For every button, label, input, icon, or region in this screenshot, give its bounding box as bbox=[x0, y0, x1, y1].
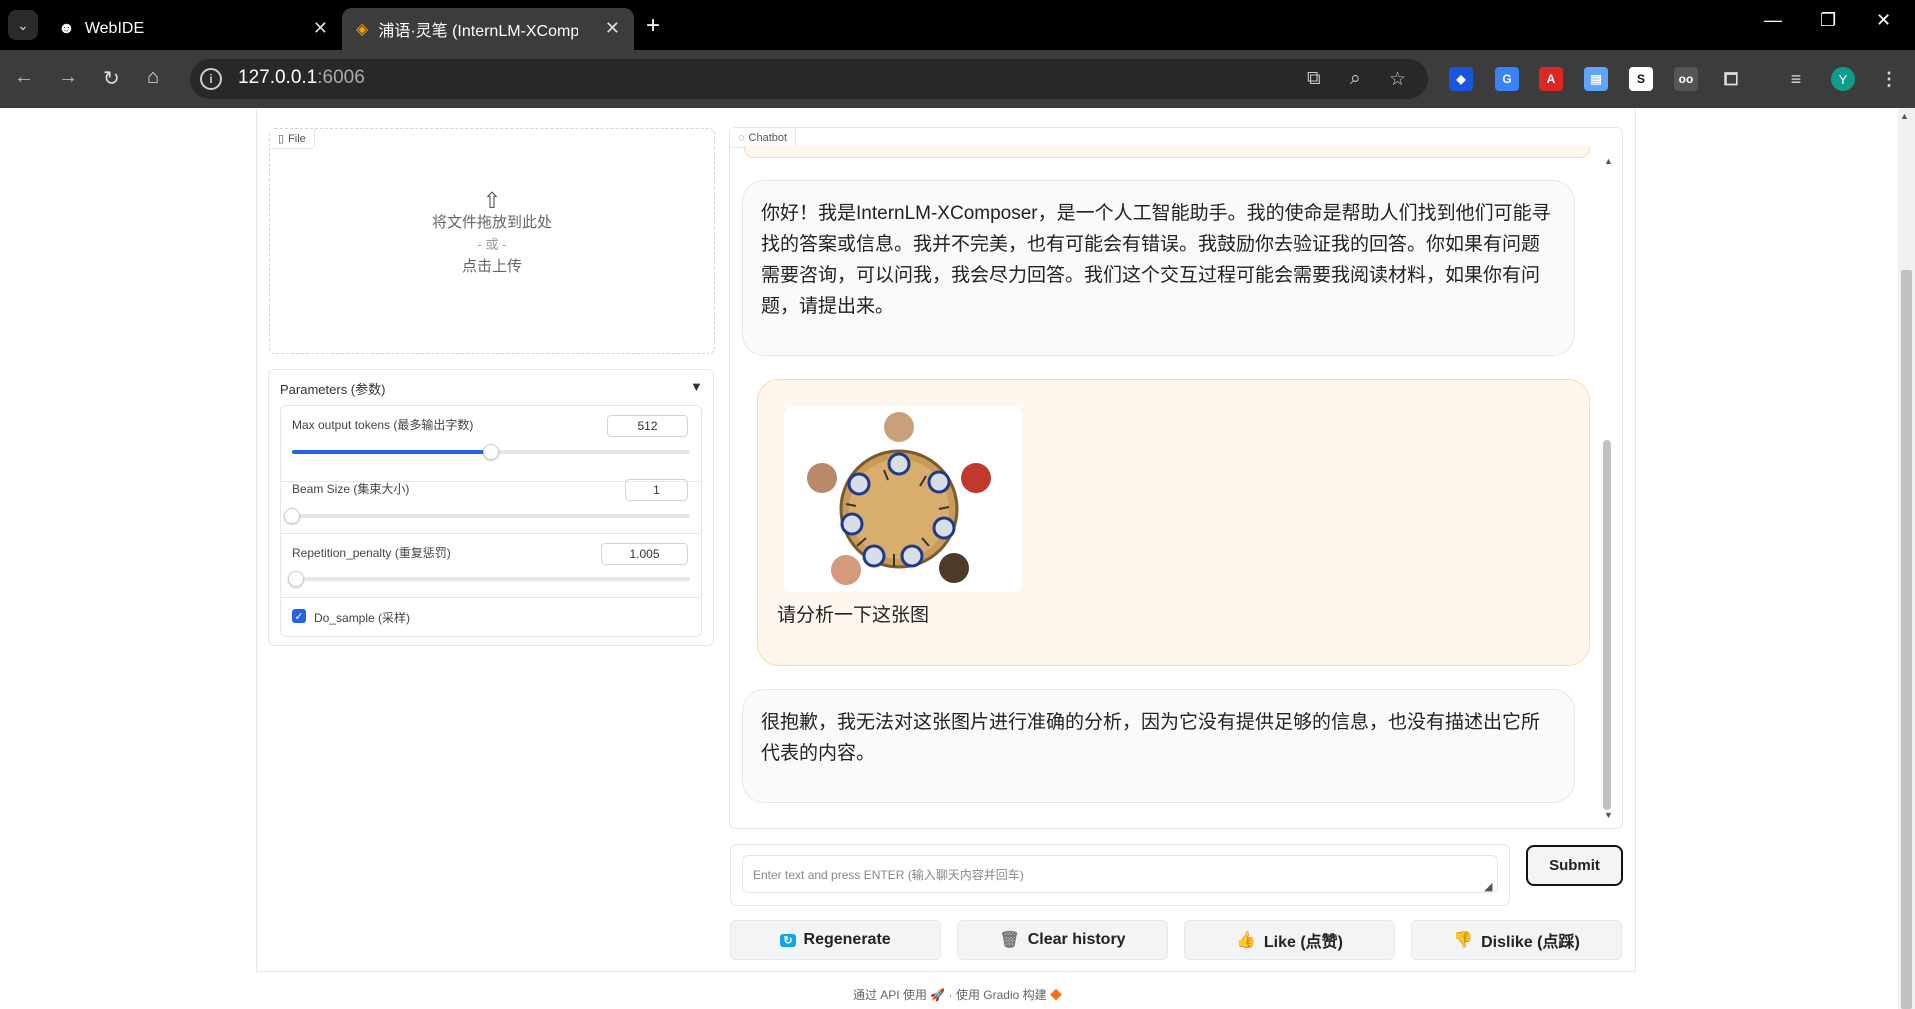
thumbs-down-icon: 👎 bbox=[1453, 932, 1474, 949]
bot-message: 很抱歉，我无法对这张图片进行准确的分析，因为它没有提供足够的信息，也没有描述出它… bbox=[742, 689, 1575, 803]
chat-textarea[interactable]: Enter text and press ENTER (输入聊天内容并回车) bbox=[742, 855, 1498, 893]
parameters-inner bbox=[280, 405, 702, 637]
browser-menu-icon[interactable]: ⋮ bbox=[1877, 67, 1901, 91]
scroll-up-arrow-icon[interactable]: ▲ bbox=[1900, 111, 1909, 121]
close-window-button[interactable]: ✕ bbox=[1876, 10, 1891, 31]
user-message-text: 请分析一下这张图 bbox=[777, 605, 930, 626]
dislike-button[interactable]: 👎 Dislike (点踩) bbox=[1411, 920, 1622, 960]
collapse-toggle-icon[interactable]: ▼ bbox=[690, 379, 703, 394]
media-control-icon[interactable]: ≡ bbox=[1784, 67, 1808, 91]
max-tokens-slider-handle[interactable] bbox=[483, 444, 499, 460]
close-tab-icon[interactable]: ✕ bbox=[605, 18, 620, 39]
back-icon[interactable]: ← bbox=[14, 66, 34, 89]
rocket-icon: 🚀 bbox=[930, 988, 946, 1002]
max-tokens-label: Max output tokens (最多输出字数) bbox=[292, 418, 474, 432]
repetition-penalty-slider[interactable] bbox=[292, 577, 690, 581]
or-text: - 或 - bbox=[477, 237, 507, 252]
trash-icon: 🗑 bbox=[999, 932, 1020, 949]
max-tokens-input[interactable]: 512 bbox=[607, 415, 688, 437]
max-tokens-slider-fill bbox=[292, 450, 491, 454]
drop-text: 将文件拖放到此处 bbox=[431, 214, 552, 231]
google-translate-icon[interactable]: G bbox=[1495, 67, 1519, 91]
file-label-text: File bbox=[288, 132, 306, 145]
file-label: ▯ File bbox=[270, 129, 315, 149]
pdf-extension-icon[interactable]: A bbox=[1539, 67, 1563, 91]
reader-extension-icon[interactable]: oo bbox=[1674, 67, 1698, 91]
close-tab-icon[interactable]: ✕ bbox=[313, 18, 328, 39]
chat-scroll-up-icon[interactable]: ▲ bbox=[1604, 156, 1613, 166]
document-extension-icon[interactable]: ▤ bbox=[1584, 67, 1608, 91]
previous-message-edge bbox=[744, 146, 1590, 158]
resize-handle-icon[interactable]: ◢ bbox=[1484, 880, 1492, 893]
extension-s-icon[interactable]: S bbox=[1629, 67, 1653, 91]
tab-xcomposer[interactable]: ◈ 浦语·灵笔 (InternLM-XCompo ✕ bbox=[342, 8, 634, 50]
tab-search-button[interactable]: ⌄ bbox=[8, 10, 38, 40]
clear-history-button[interactable]: 🗑 Clear history bbox=[957, 920, 1168, 960]
chat-scrollbar-thumb[interactable] bbox=[1603, 440, 1611, 810]
repetition-penalty-label: Repetition_penalty (重复惩罚) bbox=[292, 546, 451, 560]
chat-icon: ◌ bbox=[738, 131, 745, 144]
minimize-button[interactable]: — bbox=[1764, 10, 1782, 31]
bot-message-text: 你好！我是InternLM-XComposer，是一个人工智能助手。我的使命是帮… bbox=[761, 203, 1551, 317]
do-sample-checkbox[interactable]: ✓ bbox=[292, 609, 306, 623]
site-info-icon[interactable]: i bbox=[200, 68, 222, 90]
beam-size-label: Beam Size (集束大小) bbox=[292, 482, 410, 496]
beam-size-slider-handle[interactable] bbox=[284, 508, 300, 524]
regenerate-label: Regenerate bbox=[803, 931, 891, 948]
gradio-link[interactable]: 使用 Gradio 构建 bbox=[956, 988, 1047, 1002]
regenerate-button[interactable]: ↻ Regenerate bbox=[730, 920, 941, 960]
tab-title: 浦语·灵笔 (InternLM-XCompo bbox=[378, 23, 579, 40]
beam-size-input[interactable]: 1 bbox=[625, 479, 688, 501]
uploaded-image[interactable] bbox=[784, 406, 1022, 592]
repetition-penalty-slider-handle[interactable] bbox=[287, 571, 304, 587]
bot-message: 你好！我是InternLM-XComposer，是一个人工智能助手。我的使命是帮… bbox=[742, 180, 1575, 356]
new-tab-button[interactable]: + bbox=[646, 12, 660, 40]
home-icon[interactable]: ⌂ bbox=[147, 66, 159, 89]
url-port: :6006 bbox=[317, 67, 365, 88]
zoom-icon[interactable]: ⌕ bbox=[1350, 68, 1361, 90]
click-upload-text: 点击上传 bbox=[461, 258, 522, 275]
footer: 通过 API 使用 🚀 · 使用 Gradio 构建 ◆ bbox=[0, 986, 1915, 1003]
extensions-puzzle-icon[interactable]: ⧠ bbox=[1719, 67, 1743, 91]
url-text[interactable]: 127.0.0.1:6006 bbox=[238, 67, 365, 89]
page-scrollbar-thumb[interactable] bbox=[1901, 270, 1912, 1009]
round-table-image bbox=[807, 412, 991, 585]
reload-icon[interactable]: ↻ bbox=[103, 66, 120, 91]
regenerate-icon: ↻ bbox=[780, 933, 796, 947]
forward-icon[interactable]: → bbox=[58, 66, 78, 89]
api-link[interactable]: 通过 API 使用 bbox=[853, 988, 927, 1002]
bookmark-star-icon[interactable]: ☆ bbox=[1389, 68, 1406, 91]
clear-history-label: Clear history bbox=[1027, 931, 1126, 948]
bot-icon: ☻ bbox=[58, 20, 75, 37]
footer-separator: · bbox=[948, 988, 953, 1002]
divider bbox=[281, 597, 701, 598]
gradio-logo-icon: ◆ bbox=[1050, 988, 1063, 1002]
parameters-title[interactable]: Parameters (参数) bbox=[280, 379, 385, 398]
tab-webide[interactable]: ☻ WebIDE ✕ bbox=[44, 8, 342, 50]
tab-title: WebIDE bbox=[84, 20, 145, 37]
submit-button[interactable]: Submit bbox=[1526, 845, 1623, 886]
url-host: 127.0.0.1 bbox=[238, 67, 318, 88]
upload-icon: ⇧ bbox=[482, 188, 502, 213]
profile-avatar[interactable]: Y bbox=[1831, 67, 1855, 91]
do-sample-label: Do_sample (采样) bbox=[314, 611, 411, 625]
like-label: Like (点赞) bbox=[1263, 934, 1344, 951]
like-button[interactable]: 👍 Like (点赞) bbox=[1184, 920, 1395, 960]
layers-icon: ◈ bbox=[356, 21, 369, 38]
chatbot-label: ◌ Chatbot bbox=[730, 128, 797, 148]
restore-button[interactable]: ❐ bbox=[1820, 10, 1836, 31]
thumbs-up-icon: 👍 bbox=[1235, 932, 1256, 949]
file-icon: ▯ bbox=[278, 133, 285, 145]
divider bbox=[281, 533, 701, 534]
repetition-penalty-input[interactable]: 1.005 bbox=[601, 543, 688, 565]
address-bar[interactable] bbox=[190, 59, 1428, 99]
upload-dropzone[interactable]: ⇧ 将文件拖放到此处 - 或 - 点击上传 bbox=[269, 190, 715, 278]
extension-graduation-icon[interactable]: ◆ bbox=[1449, 67, 1473, 91]
chatbot-label-text: Chatbot bbox=[748, 131, 788, 144]
dislike-label: Dislike (点踩) bbox=[1481, 934, 1580, 951]
chat-scroll-down-icon[interactable]: ▼ bbox=[1604, 810, 1613, 820]
bot-message-text: 很抱歉，我无法对这张图片进行准确的分析，因为它没有提供足够的信息，也没有描述出它… bbox=[761, 712, 1541, 764]
beam-size-slider[interactable] bbox=[292, 514, 690, 518]
translate-icon[interactable]: ⧉ bbox=[1307, 68, 1321, 90]
